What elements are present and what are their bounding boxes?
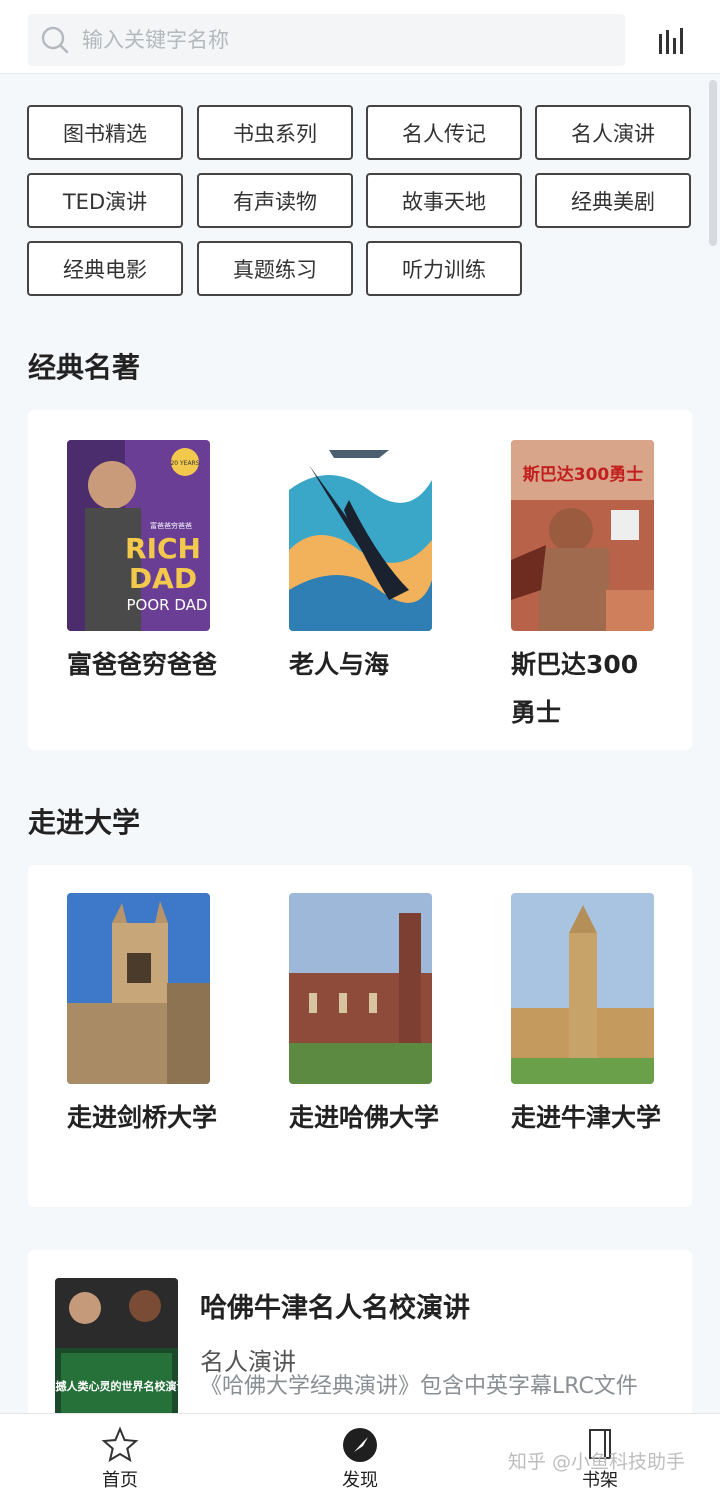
book-cover xyxy=(289,440,432,631)
tag-item[interactable]: 图书精选 xyxy=(27,105,183,160)
scrollbar[interactable] xyxy=(709,80,717,246)
tag-item[interactable]: 听力训练 xyxy=(366,241,522,296)
cover-badge: 20 YEARS xyxy=(170,460,199,467)
cover-line2: DAD xyxy=(129,562,197,595)
section-title: 走进大学 xyxy=(28,806,141,839)
tag-item[interactable]: 名人传记 xyxy=(366,105,522,160)
book-title: 走进牛津大学 xyxy=(511,1103,662,1132)
compass-icon xyxy=(343,1428,377,1462)
book-title: 斯巴达300勇士 xyxy=(511,650,639,727)
tag-item[interactable]: 故事天地 xyxy=(366,173,522,228)
book-item[interactable]: 走进牛津大学 xyxy=(511,893,691,1142)
book-item[interactable]: 走进剑桥大学 xyxy=(67,893,247,1142)
watermark: 知乎 @小鱼科技助手 xyxy=(508,1451,686,1473)
tag-item[interactable]: 名人演讲 xyxy=(535,105,691,160)
tag-item[interactable]: 经典电影 xyxy=(27,241,183,296)
book-item[interactable]: 老人与海 xyxy=(289,440,469,689)
top-bar xyxy=(0,0,720,74)
nav-home[interactable]: 首页 xyxy=(80,1426,160,1491)
cover-cn-title: 富爸爸穷爸爸 xyxy=(150,521,192,530)
book-cover xyxy=(511,893,654,1084)
book-cover xyxy=(67,893,210,1084)
tag-item[interactable]: 经典美剧 xyxy=(535,173,691,228)
book-cover: 20 YEARS 富爸爸穷爸爸 RICH DAD POOR DAD xyxy=(67,440,210,631)
cover-line1: RICH xyxy=(125,532,201,565)
book-cover xyxy=(289,893,432,1084)
search-input[interactable] xyxy=(82,28,562,52)
cover-line3: POOR DAD xyxy=(127,596,208,614)
book-title: 走进剑桥大学 xyxy=(67,1103,218,1132)
course-title: 哈佛牛津名人名校演讲 xyxy=(200,1293,470,1324)
tag-item[interactable]: 书虫系列 xyxy=(197,105,353,160)
book-item[interactable]: 斯巴达300勇士 斯巴达300勇士 xyxy=(511,440,691,737)
book-title: 走进哈佛大学 xyxy=(289,1103,440,1132)
thumb-text: 震撼人类心灵的世界名校演讲 xyxy=(55,1379,178,1393)
cover-top-text: 斯巴达300勇士 xyxy=(523,464,644,485)
search-icon xyxy=(41,26,69,54)
book-cover: 斯巴达300勇士 xyxy=(511,440,654,631)
star-icon xyxy=(101,1426,139,1463)
book-title: 富爸爸穷爸爸 xyxy=(67,650,218,679)
section-card: 走进剑桥大学 走进哈佛大学 走进牛津大学 xyxy=(28,865,692,1207)
book-title: 老人与海 xyxy=(289,650,390,679)
section-card: 20 YEARS 富爸爸穷爸爸 RICH DAD POOR DAD 富爸爸穷爸爸… xyxy=(28,410,692,750)
tag-item[interactable]: TED演讲 xyxy=(27,173,183,228)
book-item[interactable]: 20 YEARS 富爸爸穷爸爸 RICH DAD POOR DAD 富爸爸穷爸爸 xyxy=(67,440,247,689)
course-description: 《哈佛大学经典演讲》包含中英字幕LRC文件 xyxy=(200,1374,638,1399)
search-box[interactable] xyxy=(28,14,625,66)
section-title: 经典名著 xyxy=(28,351,141,384)
tag-item[interactable]: 真题练习 xyxy=(197,241,353,296)
tag-item[interactable]: 有声读物 xyxy=(197,173,353,228)
bar-chart-icon[interactable] xyxy=(656,24,688,56)
nav-label: 发现 xyxy=(342,1470,378,1491)
bottom-navigation: 首页 发现 书架 知乎 @小鱼科技助手 xyxy=(0,1413,720,1491)
book-item[interactable]: 走进哈佛大学 xyxy=(289,893,469,1142)
nav-label: 首页 xyxy=(102,1470,138,1491)
nav-discover[interactable]: 发现 xyxy=(320,1426,400,1491)
